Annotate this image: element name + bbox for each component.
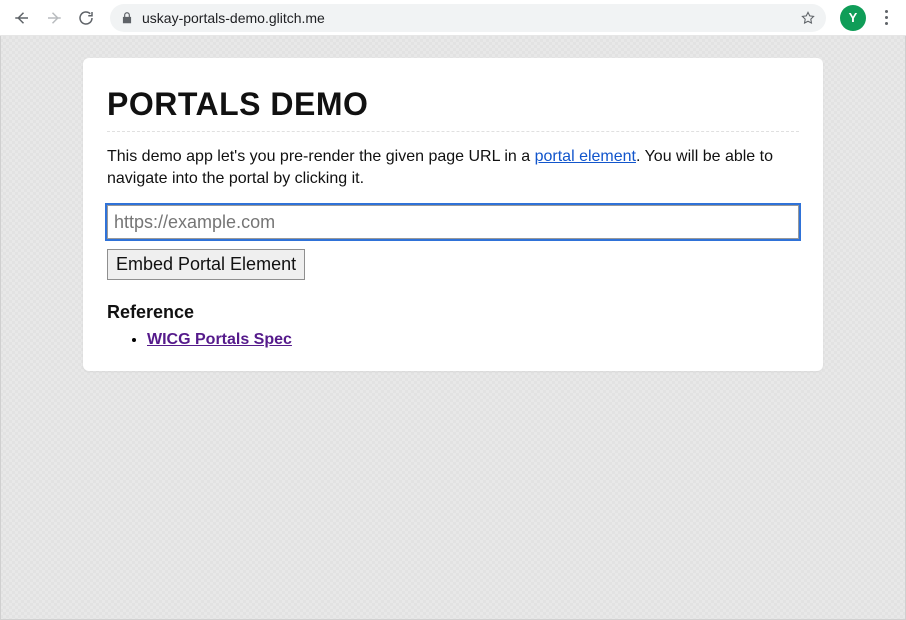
profile-avatar[interactable]: Y [840, 5, 866, 31]
list-item: WICG Portals Spec [147, 331, 799, 349]
url-input[interactable] [107, 205, 799, 239]
dot-icon [885, 16, 888, 19]
intro-text-before: This demo app let's you pre-render the g… [107, 148, 535, 165]
avatar-initial: Y [849, 10, 858, 25]
arrow-right-icon [45, 9, 63, 27]
browser-toolbar: uskay-portals-demo.glitch.me Y [0, 0, 906, 36]
star-icon [800, 10, 816, 26]
page-title: PORTALS DEMO [107, 86, 799, 123]
lock-icon [120, 11, 134, 25]
back-button[interactable] [8, 4, 36, 32]
reload-button[interactable] [72, 4, 100, 32]
address-bar[interactable]: uskay-portals-demo.glitch.me [110, 4, 826, 32]
embed-portal-button[interactable]: Embed Portal Element [107, 249, 305, 280]
browser-menu-button[interactable] [874, 10, 898, 25]
address-bar-text: uskay-portals-demo.glitch.me [142, 10, 800, 26]
portal-element-link[interactable]: portal element [535, 148, 636, 165]
dot-icon [885, 10, 888, 13]
arrow-left-icon [13, 9, 31, 27]
title-divider [107, 131, 799, 132]
page-viewport: PORTALS DEMO This demo app let's you pre… [0, 36, 906, 620]
dot-icon [885, 22, 888, 25]
content-card: PORTALS DEMO This demo app let's you pre… [83, 58, 823, 371]
reference-list: WICG Portals Spec [107, 331, 799, 349]
bookmark-button[interactable] [800, 10, 816, 26]
intro-text: This demo app let's you pre-render the g… [107, 146, 799, 189]
wicg-portals-spec-link[interactable]: WICG Portals Spec [147, 331, 292, 348]
reload-icon [77, 9, 95, 27]
reference-heading: Reference [107, 302, 799, 323]
forward-button[interactable] [40, 4, 68, 32]
